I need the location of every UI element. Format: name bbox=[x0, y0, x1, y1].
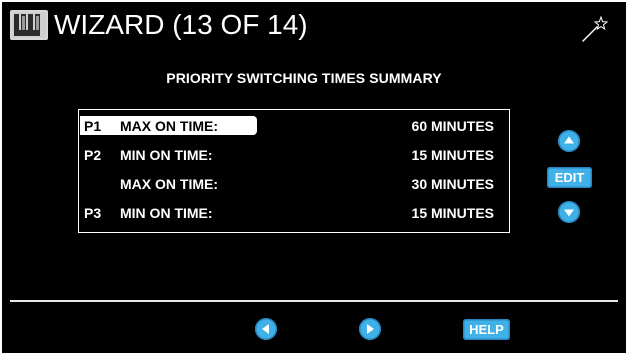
next-button[interactable] bbox=[359, 318, 381, 340]
summary-row-p1-max[interactable]: P1 MAX ON TIME: 60 MINUTES bbox=[79, 115, 509, 137]
magic-wand-icon[interactable] bbox=[580, 14, 610, 44]
help-button[interactable]: HELP bbox=[463, 319, 510, 340]
scroll-down-button[interactable] bbox=[558, 201, 580, 223]
setting-value: 60 MINUTES bbox=[411, 118, 494, 134]
footer-divider bbox=[10, 300, 618, 302]
edit-button[interactable]: EDIT bbox=[547, 167, 592, 188]
setting-value: 30 MINUTES bbox=[411, 176, 494, 192]
chevron-down-icon bbox=[564, 209, 574, 217]
setting-label: MAX ON TIME: bbox=[120, 118, 218, 134]
priority-label: P1 bbox=[84, 118, 102, 134]
priority-label: P2 bbox=[84, 147, 102, 163]
setting-label: MIN ON TIME: bbox=[120, 205, 213, 221]
summary-row-p3-min[interactable]: P3 MIN ON TIME: 15 MINUTES bbox=[79, 202, 509, 224]
chevron-left-icon bbox=[262, 324, 269, 334]
um-logo-icon bbox=[10, 10, 48, 40]
setting-label: MAX ON TIME: bbox=[120, 176, 218, 192]
setting-label: MIN ON TIME: bbox=[120, 147, 213, 163]
setting-value: 15 MINUTES bbox=[411, 205, 494, 221]
summary-row-p2-min[interactable]: P2 MIN ON TIME: 15 MINUTES bbox=[79, 144, 509, 166]
page-title: WIZARD (13 OF 14) bbox=[54, 9, 308, 40]
wizard-screen: WIZARD (13 OF 14) PRIORITY SWITCHING TIM… bbox=[2, 2, 626, 353]
chevron-right-icon bbox=[367, 324, 374, 334]
back-button[interactable] bbox=[255, 318, 277, 340]
setting-value: 15 MINUTES bbox=[411, 147, 494, 163]
priority-label: P3 bbox=[84, 205, 102, 221]
summary-table: P1 MAX ON TIME: 60 MINUTES P2 MIN ON TIM… bbox=[78, 109, 510, 233]
chevron-up-icon bbox=[564, 136, 574, 144]
summary-row-p2-max[interactable]: MAX ON TIME: 30 MINUTES bbox=[79, 173, 509, 195]
section-heading: PRIORITY SWITCHING TIMES SUMMARY bbox=[166, 70, 442, 86]
scroll-up-button[interactable] bbox=[558, 130, 580, 152]
